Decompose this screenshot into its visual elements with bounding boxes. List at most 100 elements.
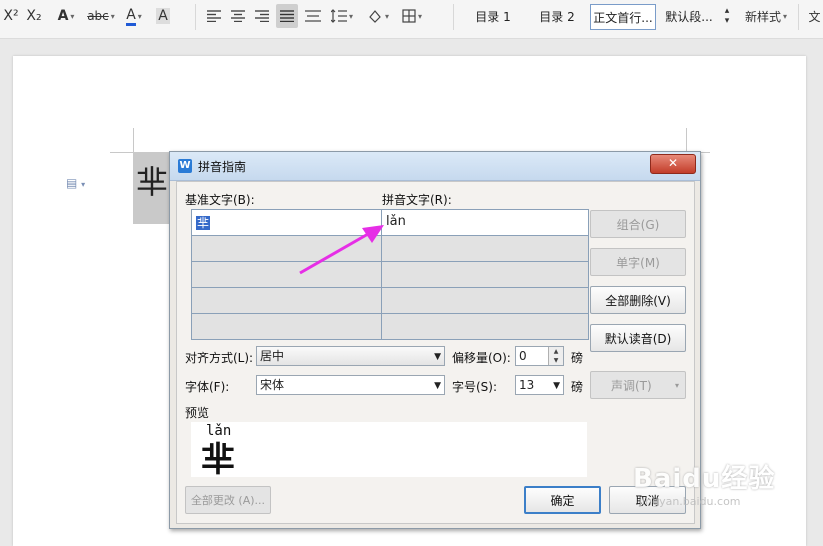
new-style-label: 新样式 — [744, 9, 781, 24]
preview-label: 预览 — [185, 406, 210, 420]
single-char-button[interactable]: 单字(M) — [590, 248, 686, 276]
default-reading-button[interactable]: 默认读音(D) — [590, 324, 686, 352]
border-icon[interactable]: ▾ — [398, 4, 426, 28]
superscript-button[interactable]: X² — [2, 4, 20, 28]
style-label: 目录 1 — [475, 9, 511, 24]
chevron-down-icon: ▾ — [724, 16, 730, 26]
font-label: 字体(F): — [185, 380, 230, 394]
text-effect-button[interactable]: A ▾ — [52, 4, 80, 28]
spin-arrows-icon[interactable]: ▲ ▼ — [548, 347, 563, 365]
alignment-value: 居中 — [260, 349, 285, 363]
chevron-down-icon: ▾ — [348, 11, 353, 21]
chevron-down-icon: ▾ — [70, 11, 75, 21]
delete-all-button[interactable]: 全部删除(V) — [590, 286, 686, 314]
dialog-titlebar[interactable]: W 拼音指南 ✕ — [170, 152, 700, 181]
chevron-down-icon: ▾ — [137, 11, 142, 21]
document-selected-character[interactable]: 芈 — [133, 152, 171, 224]
base-text-cell[interactable] — [192, 314, 382, 339]
group-button[interactable]: 组合(G) — [590, 210, 686, 238]
align-left-icon[interactable] — [204, 4, 224, 28]
shading-icon[interactable]: ▾ — [364, 4, 392, 28]
font-color-button[interactable]: A ▾ — [120, 4, 148, 28]
text-tools-label: 文 — [808, 9, 821, 24]
align-right-icon[interactable] — [252, 4, 272, 28]
style-toc1[interactable]: 目录 1 — [463, 4, 523, 28]
base-text-label: 基准文字(B): — [185, 193, 255, 207]
pinyin-guide-button[interactable]: abc ▾ — [86, 4, 116, 28]
subscript-label: X₂ — [26, 8, 42, 24]
pinyin-text-cell[interactable] — [382, 288, 588, 314]
style-default-paragraph[interactable]: 默认段... — [658, 4, 720, 28]
close-button[interactable]: ✕ — [650, 154, 696, 174]
text-tools-button[interactable]: 文 — [806, 4, 823, 28]
margin-corner-mark — [686, 128, 687, 152]
alignment-label: 对齐方式(L): — [185, 351, 254, 365]
base-text-cell[interactable]: 芈 — [192, 210, 382, 236]
chevron-down-icon: ▼ — [434, 381, 441, 391]
chevron-down-icon: ▼ — [553, 381, 560, 391]
offset-value: 0 — [519, 349, 527, 363]
new-style-button[interactable]: 新样式 ▾ — [740, 4, 792, 28]
distribute-icon[interactable] — [302, 4, 324, 28]
base-text-cell[interactable] — [192, 236, 382, 262]
pinyin-text-cell[interactable] — [382, 262, 588, 288]
change-all-button[interactable]: 全部更改 (A)... — [185, 486, 271, 514]
preview-pinyin: lǎn — [206, 423, 232, 439]
pinyin-text-cell[interactable]: lǎn — [382, 210, 588, 236]
chevron-down-icon: ▾ — [783, 11, 788, 21]
chevron-down-icon: ▾ — [110, 11, 115, 21]
watermark-brand: Baidu经验 — [633, 464, 776, 494]
font-color-icon: A — [126, 7, 136, 26]
divider — [195, 4, 196, 30]
preview-character: 芈 — [201, 440, 235, 480]
line-spacing-icon[interactable]: ▾ — [330, 4, 354, 28]
baidu-watermark: Baidu经验 jingyan.baidu.com — [633, 458, 775, 508]
text-effect-icon: A — [57, 8, 69, 24]
margin-corner-mark — [133, 128, 134, 152]
style-toc2[interactable]: 目录 2 — [527, 4, 587, 28]
ribbon-toolbar: X² X₂ A ▾ abc ▾ A ▾ A ▾ ▾ ▾ 目录 1 目录 2 正文首行.… — [0, 0, 823, 39]
chevron-down-icon: ▾ — [674, 381, 679, 390]
margin-corner-mark — [110, 152, 134, 153]
offset-label: 偏移量(O): — [452, 351, 511, 365]
superscript-label: X² — [3, 8, 19, 24]
style-body-first-indent[interactable]: 正文首行... — [590, 4, 656, 30]
pinyin-text-cell[interactable] — [382, 236, 588, 262]
ok-button[interactable]: 确定 — [524, 486, 601, 514]
base-text-cell[interactable] — [192, 262, 382, 288]
divider — [798, 4, 799, 30]
size-select[interactable]: 13 ▼ — [515, 375, 564, 395]
tone-button[interactable]: 声调(T) ▾ — [590, 371, 686, 399]
dialog-title: 拼音指南 — [198, 160, 247, 174]
align-center-icon[interactable] — [228, 4, 248, 28]
size-label: 字号(S): — [452, 380, 498, 394]
chevron-down-icon: ▾ — [417, 11, 422, 21]
chevron-down-icon: ▾ — [384, 11, 389, 21]
pinyin-grid: 芈 lǎn — [191, 209, 589, 340]
style-label: 正文首行... — [593, 10, 653, 25]
style-label: 目录 2 — [539, 9, 575, 24]
pinyin-text-label: 拼音文字(R): — [382, 193, 452, 207]
paragraph-handle-icon[interactable]: ▤ ▾ — [66, 176, 85, 190]
pinyin-guide-dialog: W 拼音指南 ✕ 基准文字(B): 拼音文字(R): 芈 lǎn 组合(G) 单… — [169, 151, 701, 529]
pinyin-text-cell[interactable] — [382, 314, 588, 339]
chevron-down-icon: ▼ — [434, 352, 441, 362]
char-shading-button[interactable]: A — [153, 4, 173, 28]
preview-pane: lǎn 芈 — [191, 422, 587, 480]
chevron-up-icon: ▴ — [724, 6, 730, 16]
styles-scroll[interactable]: ▴ ▾ — [722, 4, 732, 28]
subscript-button[interactable]: X₂ — [24, 4, 44, 28]
offset-unit: 磅 — [571, 351, 584, 365]
tone-label: 声调(T) — [611, 379, 652, 393]
pinyin-icon: abc — [87, 9, 109, 23]
font-select[interactable]: 宋体 ▼ — [256, 375, 445, 395]
base-text-cell[interactable] — [192, 288, 382, 314]
alignment-select[interactable]: 居中 ▼ — [256, 346, 445, 366]
watermark-url: jingyan.baidu.com — [639, 495, 741, 508]
pinyin-text-value: lǎn — [386, 214, 406, 229]
divider — [453, 4, 454, 30]
offset-spinner[interactable]: 0 ▲ ▼ — [515, 346, 564, 366]
font-value: 宋体 — [260, 378, 285, 392]
dialog-body: 基准文字(B): 拼音文字(R): 芈 lǎn 组合(G) 单字(M) 全部删除… — [176, 181, 695, 524]
justify-icon[interactable] — [276, 4, 298, 28]
